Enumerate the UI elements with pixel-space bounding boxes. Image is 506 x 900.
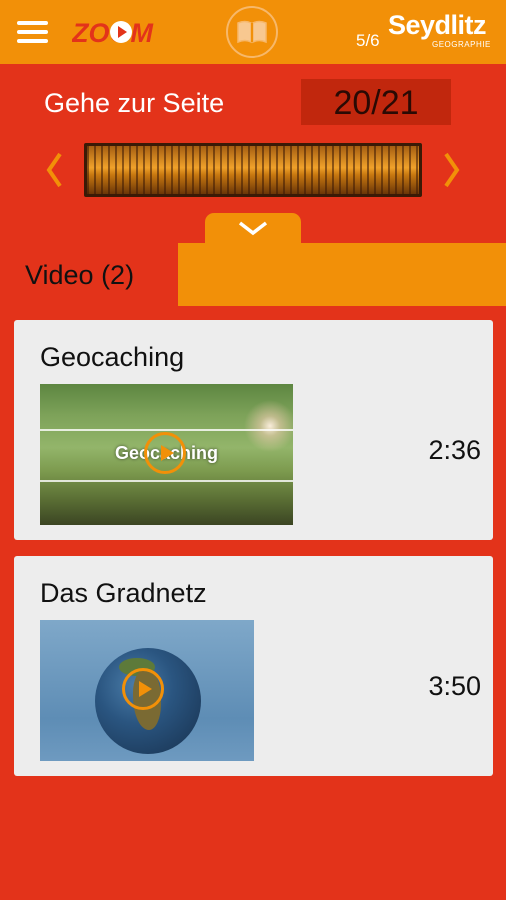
brand-logo: Seydlitz: [388, 10, 487, 40]
brand-subtitle: GEOGRAPHIE: [432, 40, 491, 49]
grade-label: 5/6: [356, 31, 380, 50]
goto-page-label: Gehe zur Seite: [44, 88, 225, 118]
video-thumbnail[interactable]: [40, 620, 254, 761]
play-icon[interactable]: [144, 432, 186, 474]
chevron-right-icon[interactable]: [442, 150, 462, 190]
zoom-logo: ZOOM: [72, 18, 153, 48]
chevron-down-icon: [238, 221, 268, 236]
divider: [40, 480, 293, 482]
menu-icon-line: [17, 21, 48, 25]
book-icon: [237, 20, 267, 44]
menu-button[interactable]: [17, 21, 48, 43]
divider: [40, 429, 293, 431]
play-icon[interactable]: [122, 668, 164, 710]
book-button[interactable]: [226, 6, 278, 58]
menu-icon-line: [17, 39, 48, 43]
tab-video[interactable]: Video (2): [0, 243, 178, 306]
video-duration: 2:36: [428, 435, 481, 465]
top-bar: ZOOM 5/6 Seydlitz GEOGRAPHIE: [0, 0, 506, 64]
page-number[interactable]: 20/21: [301, 79, 451, 125]
chevron-left-icon[interactable]: [44, 150, 64, 190]
video-title: Das Gradnetz: [40, 578, 207, 608]
video-thumbnail[interactable]: Geocaching: [40, 384, 293, 525]
video-card[interactable]: Geocaching Geocaching 2:36: [14, 320, 493, 540]
video-title: Geocaching: [40, 342, 185, 372]
video-duration: 3:50: [428, 671, 481, 701]
expand-button[interactable]: [205, 213, 301, 245]
page-slider[interactable]: [84, 143, 422, 197]
video-card[interactable]: Das Gradnetz 3:50: [14, 556, 493, 776]
menu-icon-line: [17, 30, 48, 34]
